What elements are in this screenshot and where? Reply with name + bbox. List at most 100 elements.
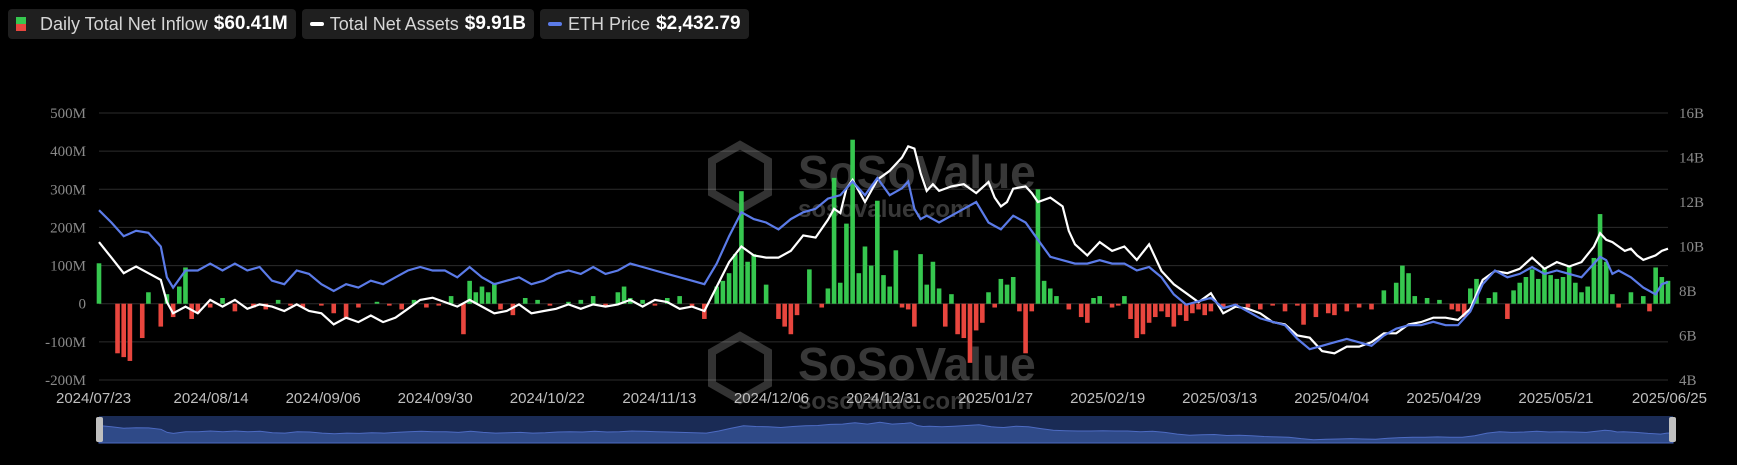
inflow-bar [1066, 303, 1072, 310]
inflow-bar [1640, 296, 1646, 304]
inflow-bar [1344, 303, 1350, 312]
inflow-bar [973, 303, 979, 331]
inflow-bar [1097, 296, 1103, 304]
inflow-bar [1245, 303, 1251, 308]
x-tick-label: 2024/12/06 [734, 390, 809, 407]
inflow-bar [547, 303, 553, 306]
left-tick-label: -100M [45, 335, 86, 351]
right-tick-label: 10B [1679, 240, 1704, 256]
inflow-bar [1529, 269, 1535, 304]
inflow-bar [1573, 282, 1578, 304]
inflow-bar [1282, 303, 1288, 312]
watermark-brand: SoSoValue [798, 338, 1036, 390]
inflow-bar [1078, 303, 1084, 318]
x-axis-ticks: 2024/07/23 2024/08/14 2024/09/06 2024/09/30… [56, 390, 1707, 407]
left-tick-label: 100M [50, 259, 86, 275]
inflow-bar [535, 299, 540, 304]
inflow-bar [881, 275, 886, 304]
inflow-bar [399, 303, 404, 310]
inflow-bar [1406, 273, 1411, 304]
inflow-bar [677, 296, 682, 304]
inflow-bar [1202, 303, 1208, 316]
inflow-bar [232, 303, 238, 312]
inflow-bar [1535, 278, 1541, 304]
inflow-bar [1610, 294, 1615, 304]
inflow-bar [1134, 303, 1140, 339]
inflow-bar [868, 265, 874, 304]
inflow-bar [1177, 303, 1183, 316]
inflow-bar [424, 303, 429, 308]
inflow-bar [640, 299, 645, 304]
inflow-bar [220, 297, 225, 304]
inflow-bar [732, 254, 738, 304]
inflow-bar [1665, 280, 1671, 304]
inflow-bar [207, 303, 213, 308]
inflow-bar [751, 254, 757, 304]
inflow-bar [1047, 288, 1053, 304]
inflow-bar [1400, 265, 1405, 304]
inflow-bar [862, 246, 868, 304]
inflow-bar [807, 269, 812, 304]
inflow-bar [887, 286, 892, 304]
inflow-bar [387, 303, 392, 306]
inflow-bar [1455, 303, 1461, 312]
inflow-bar [1208, 303, 1214, 312]
inflow-bar [1511, 290, 1516, 304]
x-tick-label: 2025/01/27 [958, 390, 1033, 407]
x-tick-label: 2025/05/21 [1518, 390, 1593, 407]
range-navigator[interactable] [96, 416, 1676, 444]
inflow-bar [745, 261, 750, 304]
left-tick-label: 300M [50, 182, 86, 198]
inflow-bar [288, 303, 293, 306]
inflow-bar [980, 303, 985, 323]
inflow-bar [436, 303, 442, 306]
inflow-bar [615, 292, 621, 304]
inflow-bar [479, 286, 485, 304]
inflow-bar [936, 288, 942, 304]
right-tick-label: 8B [1679, 284, 1697, 300]
inflow-bar [1437, 299, 1442, 304]
inflow-bar [1653, 267, 1658, 304]
inflow-bar [492, 282, 497, 304]
inflow-bar [498, 303, 503, 310]
inflow-bar [485, 292, 491, 304]
left-tick-label: 400M [50, 144, 86, 160]
inflow-bar [1190, 303, 1195, 314]
navigator-right-handle[interactable] [1669, 417, 1676, 442]
inflow-bar [1486, 297, 1492, 304]
inflow-bar [1628, 292, 1634, 304]
inflow-bar [893, 250, 899, 304]
inflow-bar [652, 303, 658, 306]
etf-flow-chart: 500M 400M 300M 200M 100M 0 -100M -200M 16B 14B 12… [45, 106, 1707, 444]
inflow-bar [1140, 303, 1146, 335]
inflow-bar [794, 303, 800, 316]
inflow-bar [942, 303, 948, 327]
right-tick-label: 12B [1679, 195, 1704, 211]
inflow-bar [1449, 303, 1455, 310]
inflow-bar [776, 303, 781, 319]
inflow-bar [1115, 303, 1121, 306]
x-tick-label: 2025/04/29 [1406, 390, 1481, 407]
inflow-bar [1579, 292, 1584, 304]
navigator-left-handle[interactable] [96, 417, 103, 442]
x-tick-label: 2024/07/23 [56, 390, 131, 407]
inflow-bar [949, 294, 954, 304]
inflow-bar [1412, 296, 1418, 304]
inflow-bar [139, 303, 145, 339]
inflow-bar [1492, 292, 1498, 304]
inflow-bar [1091, 297, 1096, 304]
inflow-bar [319, 303, 324, 306]
inflow-bar [1165, 303, 1170, 318]
x-tick-label: 2024/09/30 [398, 390, 473, 407]
inflow-bar [967, 303, 973, 363]
inflow-bar [115, 303, 120, 354]
left-tick-label: 200M [50, 220, 86, 236]
x-tick-label: 2024/12/31 [846, 390, 921, 407]
x-tick-label: 2025/02/19 [1070, 390, 1145, 407]
inflow-bar [875, 200, 880, 304]
inflow-bar [1560, 277, 1566, 304]
inflow-bar [448, 296, 454, 304]
inflow-bar [1647, 303, 1652, 312]
inflow-bar [720, 280, 726, 304]
inflow-bar [850, 139, 855, 304]
